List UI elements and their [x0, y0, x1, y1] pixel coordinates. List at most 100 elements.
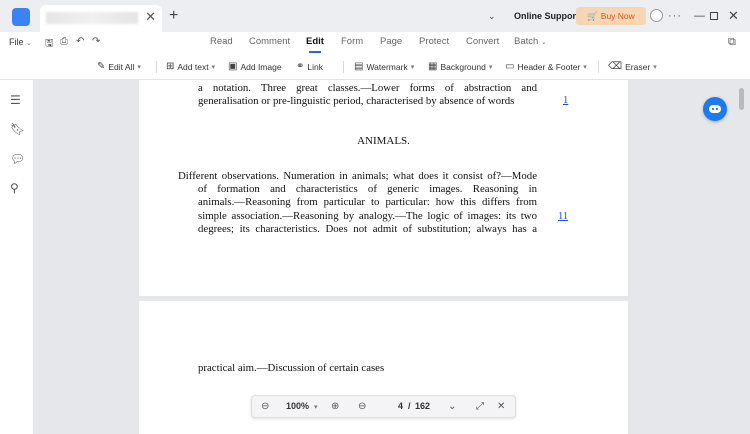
current-page-number[interactable]: 4	[398, 401, 403, 411]
paragraph[interactable]: practical aim.—Discussion of certain cas…	[198, 362, 537, 375]
zoom-out-icon[interactable]: ⊖	[261, 401, 269, 412]
close-zoombar-icon[interactable]: ✕	[497, 401, 505, 412]
link-button[interactable]: ⚭ Link	[296, 61, 323, 72]
fullscreen-icon[interactable]: ⤢	[476, 401, 484, 412]
tab-batch-label: Batch	[514, 36, 539, 47]
document-viewport[interactable]: a notation. Three great classes.—Lower f…	[34, 80, 750, 434]
tab-form[interactable]: Form	[341, 36, 363, 47]
chevron-down-icon[interactable]: ⌄	[488, 0, 496, 32]
buy-now-button[interactable]: 🛒 Buy Now	[576, 7, 646, 25]
add-image-button[interactable]: ▣ Add Image	[228, 61, 282, 72]
edit-all-button[interactable]: ✎ Edit All ▾	[97, 61, 141, 72]
comment-icon[interactable]: 💬︎	[10, 152, 25, 166]
redo-icon[interactable]: ↷	[92, 36, 100, 47]
page-reference-link[interactable]: 1	[563, 95, 568, 106]
pdf-editor-window: ✕ + ⌄ Online Support 🛒 Buy Now ··· — ✕ F…	[0, 0, 750, 434]
more-options-icon[interactable]: ···	[668, 0, 682, 32]
chevron-down-icon: ⌄	[540, 39, 547, 46]
avatar[interactable]	[650, 9, 663, 22]
header-footer-label: Header & Footer	[517, 61, 581, 72]
toolbar-divider	[343, 61, 344, 73]
zoom-navigation-bar: ⊖ 100% ▾ ⊕ ⊖ 4 / 162 ⌄ ⤢ ✕	[251, 395, 516, 418]
total-pages: 162	[415, 401, 431, 411]
next-page-icon[interactable]: ⌄	[448, 401, 456, 412]
chevron-down-icon: ▾	[583, 63, 587, 71]
tab-edit[interactable]: Edit	[306, 36, 324, 47]
image-icon: ▣	[228, 61, 238, 72]
cart-icon: 🛒	[587, 10, 598, 21]
app-logo-icon[interactable]	[12, 8, 30, 26]
chevron-down-icon: ⌄	[26, 40, 32, 47]
pdf-page[interactable]: a notation. Three great classes.—Lower f…	[139, 80, 628, 296]
export-icon[interactable]: ⧉	[728, 36, 736, 49]
watermark-button[interactable]: ▤ Watermark ▾	[354, 61, 414, 72]
text-line[interactable]: of formation and characteristics of gene…	[178, 183, 537, 196]
bookmark-icon[interactable]: 🔖︎	[10, 122, 25, 136]
text-line[interactable]: a notation. Three great classes.—Lower f…	[198, 82, 537, 95]
eraser-button[interactable]: ⌫ Eraser ▾	[608, 61, 657, 72]
zoom-level[interactable]: 100%	[286, 401, 309, 411]
file-menu[interactable]: File ⌄	[9, 37, 32, 47]
save-icon[interactable]: 🖫	[45, 36, 54, 53]
paragraph[interactable]: a notation. Three great classes.—Lower f…	[198, 82, 537, 108]
robot-icon	[709, 105, 721, 113]
text-line[interactable]: simple association.—Reasoning by analogy…	[178, 210, 537, 223]
text-line[interactable]: animals.—Reasoning from particular to pa…	[178, 196, 537, 209]
text-line[interactable]: practical aim.—Discussion of certain cas…	[198, 362, 537, 375]
tab-close-icon[interactable]: ✕	[145, 10, 156, 24]
watermark-label: Watermark	[366, 61, 408, 72]
tab-protect[interactable]: Protect	[419, 36, 449, 47]
tab-batch[interactable]: Batch ⌄	[514, 36, 547, 47]
zoom-in-icon[interactable]: ⊕	[331, 401, 339, 412]
ai-assistant-button[interactable]	[703, 97, 727, 121]
page-separator: /	[408, 401, 411, 411]
tab-convert[interactable]: Convert	[466, 36, 499, 47]
chevron-down-icon: ▾	[653, 63, 657, 71]
robot-eye	[712, 108, 714, 110]
tab-page[interactable]: Page	[380, 36, 402, 47]
watermark-icon: ▤	[354, 61, 364, 72]
previous-page-icon[interactable]: ⊖	[358, 401, 366, 412]
text-line[interactable]: generalisation or pre-linguistic period,…	[198, 95, 537, 108]
chevron-down-icon: ▾	[211, 63, 216, 71]
thumbnails-icon[interactable]: ☰	[10, 93, 21, 107]
search-icon[interactable]: ⚲	[10, 181, 19, 195]
minimize-icon[interactable]: —	[694, 0, 705, 32]
undo-icon[interactable]: ↶	[76, 36, 84, 47]
chevron-down-icon: ▾	[488, 63, 493, 71]
chevron-down-icon: ▾	[137, 63, 141, 71]
robot-eye	[716, 108, 718, 110]
edit-toolbar: ✎ Edit All ▾ ⊞ Add text ▾ ▣ Add Image ⚭ …	[0, 53, 750, 80]
toolbar-divider	[156, 61, 157, 73]
header-footer-icon: ▭	[505, 61, 515, 72]
maximize-icon[interactable]	[710, 12, 718, 20]
print-icon[interactable]: ⎙	[60, 36, 68, 47]
background-button[interactable]: ▦ Background ▾	[428, 61, 492, 72]
chevron-down-icon: ▾	[410, 63, 415, 71]
new-tab-icon[interactable]: +	[169, 7, 178, 25]
add-text-button[interactable]: ⊞ Add text ▾	[166, 61, 215, 72]
tab-comment[interactable]: Comment	[249, 36, 290, 47]
menu-bar: File ⌄ 🖫 ⎙ ↶ ↷ Read Comment Edit Form Pa…	[0, 32, 750, 53]
add-text-icon: ⊞	[166, 61, 175, 72]
paragraph[interactable]: Different observations. Numeration in an…	[178, 170, 537, 236]
add-image-label: Add Image	[240, 61, 282, 72]
header-footer-button[interactable]: ▭ Header & Footer ▾	[505, 61, 587, 72]
eraser-label: Eraser	[625, 61, 651, 72]
eraser-icon: ⌫	[608, 61, 623, 72]
link-label: Link	[307, 61, 323, 72]
section-heading[interactable]: ANIMALS.	[139, 135, 628, 147]
background-icon: ▦	[428, 61, 438, 72]
tab-read[interactable]: Read	[210, 36, 233, 47]
document-tab[interactable]: ✕	[40, 5, 162, 32]
edit-all-label: Edit All	[108, 61, 135, 72]
chevron-down-icon[interactable]: ▾	[314, 403, 318, 411]
text-line[interactable]: degrees; its characteristics. Does not a…	[178, 223, 537, 236]
page-reference-link[interactable]: 11	[558, 211, 568, 222]
buy-now-label: Buy Now	[600, 11, 635, 21]
text-line[interactable]: Different observations. Numeration in an…	[178, 170, 537, 183]
vertical-scrollbar-thumb[interactable]	[739, 88, 744, 110]
online-support-link[interactable]: Online Support	[514, 0, 579, 32]
title-bar: ✕ + ⌄ Online Support 🛒 Buy Now ··· — ✕	[0, 0, 750, 32]
close-window-icon[interactable]: ✕	[728, 0, 739, 32]
